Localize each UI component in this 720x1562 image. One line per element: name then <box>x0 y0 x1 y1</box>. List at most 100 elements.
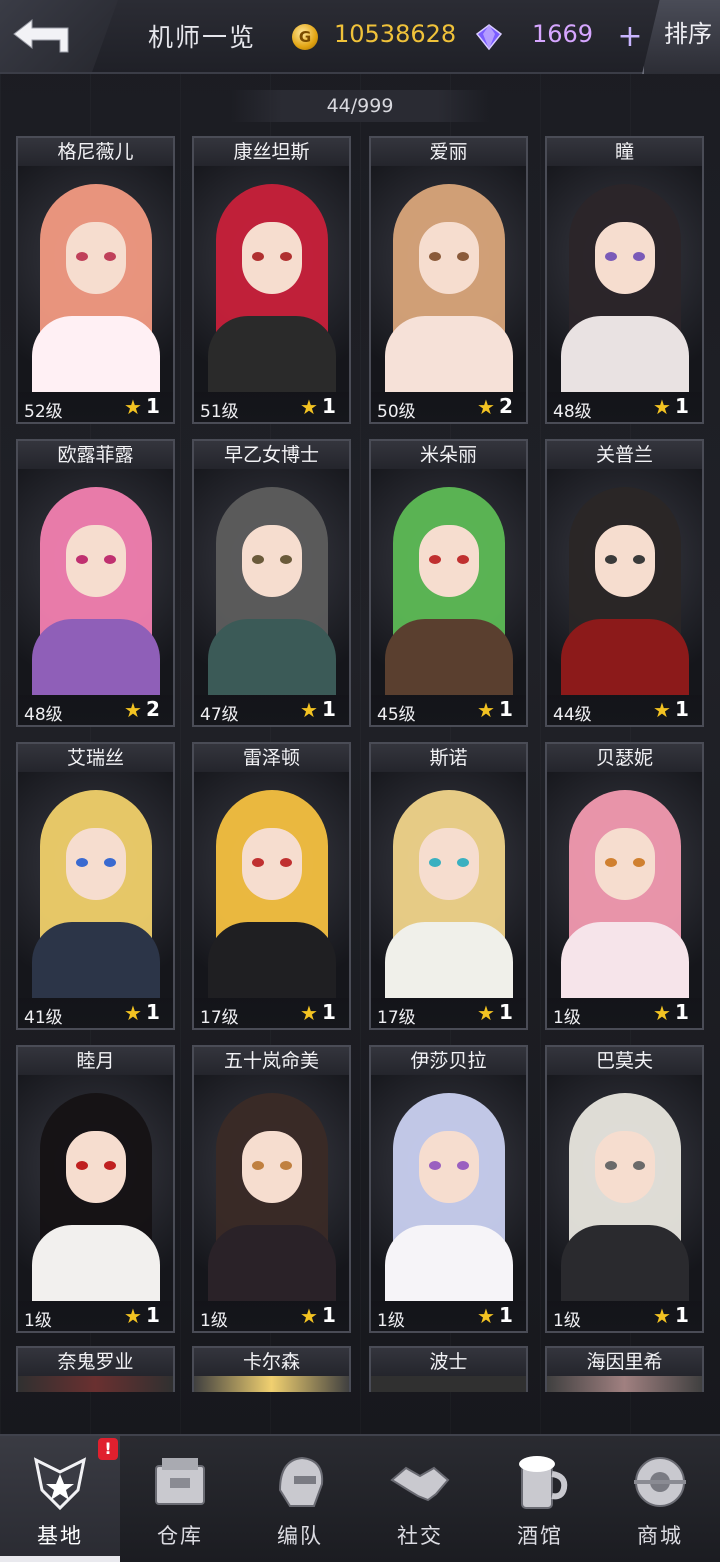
pilot-card[interactable]: 斯诺 17级 ★ 1 <box>369 742 528 1030</box>
pilot-portrait <box>194 1376 349 1392</box>
pilot-portrait <box>18 1075 173 1301</box>
pilot-level: 45级 <box>377 705 416 725</box>
pilot-portrait <box>18 772 173 998</box>
pilot-count: 44/999 <box>230 90 490 122</box>
base-emblem-icon <box>28 1450 92 1514</box>
pilot-level: 44级 <box>553 705 592 725</box>
pilot-level: 17级 <box>200 1008 239 1028</box>
pilot-card[interactable]: 米朵丽 45级 ★ 1 <box>369 439 528 727</box>
pilot-star-count: 2 <box>146 697 160 721</box>
pilot-name: 格尼薇儿 <box>18 138 173 167</box>
pilot-name: 斯诺 <box>371 744 526 773</box>
pilot-card[interactable]: 巴莫夫 1级 ★ 1 <box>545 1045 704 1333</box>
pilot-portrait <box>547 166 702 392</box>
pilot-grid: 格尼薇儿 52级 ★ 1 康丝坦斯 51级 ★ 1 爱丽 50级 ★ 2 瞳 48级 ★ 1 欧露菲露 48级 ★ 2… <box>0 0 720 1392</box>
pilot-name: 五十岚命美 <box>194 1047 349 1076</box>
star-icon: ★ <box>477 395 495 419</box>
pilot-level: 48级 <box>553 402 592 422</box>
pilot-star-count: 1 <box>499 1303 513 1327</box>
tavern-mug-icon <box>508 1450 572 1514</box>
pilot-star-count: 1 <box>675 394 689 418</box>
pilot-card[interactable]: 贝瑟妮 1级 ★ 1 <box>545 742 704 1030</box>
nav-item-1[interactable]: 仓库 <box>120 1436 240 1562</box>
pilot-portrait <box>194 469 349 695</box>
nav-item-4[interactable]: 酒馆 <box>480 1436 600 1562</box>
pilot-level: 52级 <box>24 402 63 422</box>
pilot-star-count: 1 <box>146 1000 160 1024</box>
pilot-level: 47级 <box>200 705 239 725</box>
pilot-portrait <box>371 166 526 392</box>
pilot-portrait <box>547 469 702 695</box>
pilot-name: 艾瑞丝 <box>18 744 173 773</box>
pilot-name: 欧露菲露 <box>18 441 173 470</box>
add-gems-button[interactable]: + <box>616 22 644 52</box>
nav-item-5[interactable]: 商城 <box>600 1436 720 1562</box>
pilot-card[interactable]: 康丝坦斯 51级 ★ 1 <box>192 136 351 424</box>
pilot-name: 奈鬼罗业 <box>18 1348 173 1377</box>
card-footer: 1级 ★ 1 <box>18 1301 173 1331</box>
pilot-star-count: 1 <box>322 1303 336 1327</box>
handshake-icon <box>388 1450 452 1514</box>
diamond-gem-icon <box>475 24 503 51</box>
star-icon: ★ <box>124 1304 142 1328</box>
pilot-name: 睦月 <box>18 1047 173 1076</box>
star-icon: ★ <box>300 395 318 419</box>
card-footer: 41级 ★ 1 <box>18 998 173 1028</box>
pilot-card[interactable]: 波士 <box>369 1346 528 1392</box>
pilot-card[interactable]: 早乙女博士 47级 ★ 1 <box>192 439 351 727</box>
pilot-star-count: 1 <box>675 697 689 721</box>
star-icon: ★ <box>653 1001 671 1025</box>
nav-item-0[interactable]: 基地! <box>0 1436 120 1562</box>
pilot-card[interactable]: 奈鬼罗业 <box>16 1346 175 1392</box>
star-icon: ★ <box>653 698 671 722</box>
pilot-card[interactable]: 雷泽顿 17级 ★ 1 <box>192 742 351 1030</box>
pilot-star-count: 1 <box>322 394 336 418</box>
pilot-star-count: 1 <box>675 1000 689 1024</box>
pilot-name: 爱丽 <box>371 138 526 167</box>
coin-icon: G <box>292 24 318 50</box>
pilot-star-count: 1 <box>146 1303 160 1327</box>
card-footer: 17级 ★ 1 <box>194 998 349 1028</box>
pilot-card[interactable]: 伊莎贝拉 1级 ★ 1 <box>369 1045 528 1333</box>
pilot-card[interactable]: 海因里希 <box>545 1346 704 1392</box>
nav-item-3[interactable]: 社交 <box>360 1436 480 1562</box>
pilot-card[interactable]: 艾瑞丝 41级 ★ 1 <box>16 742 175 1030</box>
formation-helmet-icon <box>268 1450 332 1514</box>
pilot-star-count: 1 <box>499 697 513 721</box>
card-footer: 48级 ★ 1 <box>547 392 702 422</box>
pilot-name: 巴莫夫 <box>547 1047 702 1076</box>
pilot-card[interactable]: 卡尔森 <box>192 1346 351 1392</box>
pilot-card[interactable]: 睦月 1级 ★ 1 <box>16 1045 175 1333</box>
pilot-star-count: 1 <box>322 1000 336 1024</box>
pilot-star-count: 1 <box>499 1000 513 1024</box>
pilot-card[interactable]: 五十岚命美 1级 ★ 1 <box>192 1045 351 1333</box>
pilot-name: 海因里希 <box>547 1348 702 1377</box>
pilot-card[interactable]: 关普兰 44级 ★ 1 <box>545 439 704 727</box>
top-bar: 机师一览 G 10538628 1669 + 排序 <box>0 0 720 78</box>
pilot-portrait <box>18 1376 173 1392</box>
pilot-level: 1级 <box>24 1311 52 1331</box>
card-footer: 1级 ★ 1 <box>547 1301 702 1331</box>
pilot-portrait <box>194 772 349 998</box>
star-icon: ★ <box>124 395 142 419</box>
pilot-star-count: 2 <box>499 394 513 418</box>
pilot-level: 1级 <box>200 1311 228 1331</box>
card-footer: 44级 ★ 1 <box>547 695 702 725</box>
pilot-card[interactable]: 欧露菲露 48级 ★ 2 <box>16 439 175 727</box>
pilot-portrait <box>547 772 702 998</box>
sort-label: 排序 <box>664 20 712 48</box>
star-icon: ★ <box>300 1001 318 1025</box>
alert-badge: ! <box>98 1438 118 1460</box>
coin-balance: 10538628 <box>334 20 457 48</box>
card-footer: 48级 ★ 2 <box>18 695 173 725</box>
star-icon: ★ <box>300 1304 318 1328</box>
pilot-card[interactable]: 格尼薇儿 52级 ★ 1 <box>16 136 175 424</box>
pilot-name: 关普兰 <box>547 441 702 470</box>
pilot-card[interactable]: 瞳 48级 ★ 1 <box>545 136 704 424</box>
pilot-name: 康丝坦斯 <box>194 138 349 167</box>
star-icon: ★ <box>124 1001 142 1025</box>
pilot-portrait <box>194 166 349 392</box>
pilot-star-count: 1 <box>146 394 160 418</box>
pilot-card[interactable]: 爱丽 50级 ★ 2 <box>369 136 528 424</box>
nav-item-2[interactable]: 编队 <box>240 1436 360 1562</box>
